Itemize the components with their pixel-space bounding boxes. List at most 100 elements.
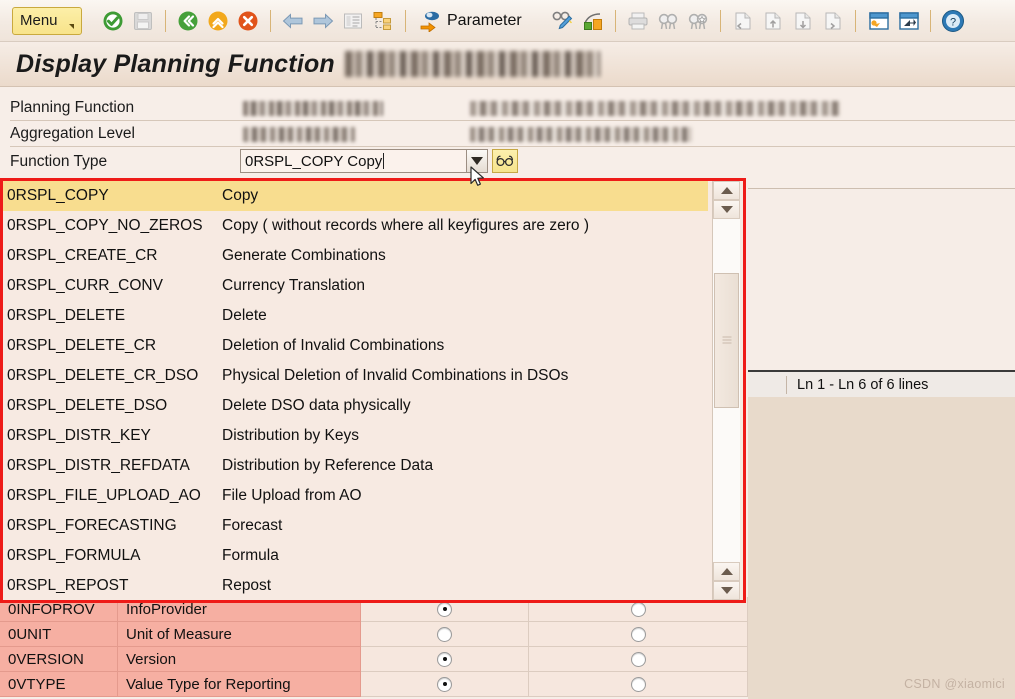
dropdown-item[interactable]: 0RSPL_CURR_CONV Currency Translation [3,271,708,302]
page-title: Display Planning Function [16,49,335,78]
dropdown-item-description: Delete [222,307,267,324]
table-row[interactable]: 0VTYPE Value Type for Reporting [0,672,748,697]
dropdown-item[interactable]: 0RSPL_COPY_NO_ZEROS Copy ( without record… [3,211,708,242]
back-icon[interactable] [175,8,201,34]
table-cell-radio-col2[interactable] [529,672,748,697]
table-row[interactable]: 0UNIT Unit of Measure [0,622,748,647]
arrow-left-icon[interactable] [280,8,306,34]
dropdown-item-description: Copy ( without records where all keyfigu… [222,217,589,234]
radio-button[interactable] [630,651,646,667]
new-window-icon[interactable] [865,8,891,34]
parameter-label: Parameter [447,11,522,29]
arrow-right-icon[interactable] [310,8,336,34]
dropdown-item-key: 0RSPL_COPY_NO_ZEROS [7,217,203,234]
right-band [748,459,1015,699]
dropdown-item-key: 0RSPL_DELETE [7,307,126,324]
dropdown-scrollbar[interactable] [712,181,740,600]
dropdown-item-description: File Upload from AO [222,487,362,504]
help-icon[interactable]: ? [940,8,966,34]
svg-text:?: ? [950,16,956,28]
radio-button[interactable] [437,626,452,642]
radio-dot [442,607,447,611]
dropdown-item[interactable]: 0RSPL_COPY Copy [3,181,708,212]
parameter-button[interactable]: Parameter [415,8,522,34]
triangle-up-icon [720,568,733,575]
find-next-icon[interactable] [685,8,711,34]
last-page-icon[interactable] [820,8,846,34]
hierarchy-icon[interactable] [370,8,396,34]
find-icon[interactable] [655,8,681,34]
dropdown-item-key: 0RSPL_DISTR_KEY [7,427,151,444]
radio-button[interactable] [437,676,452,692]
grip-icon [722,336,731,345]
page-title-bar: Display Planning Function [0,42,1015,87]
form-row-function-type: Function Type 0RSPL_COPY Copy [0,147,1015,177]
parameter-icon [417,8,443,34]
dropdown-item[interactable]: 0RSPL_DISTR_REFDATA Distribution by Refer… [3,451,708,482]
aggregation-level-description-redacted [470,127,692,142]
function-type-input[interactable]: 0RSPL_COPY Copy [240,149,472,173]
dropdown-item[interactable]: 0RSPL_DELETE_CR Deletion of Invalid Combi… [3,331,708,362]
aggregation-level-value-redacted [243,127,355,142]
function-type-dropdown-list[interactable]: 0RSPL_COPY Copy 0RSPL_COPY_NO_ZEROS Copy ( … [0,178,746,603]
radio-button[interactable] [630,626,646,642]
table-cell-key: 0VTYPE [0,672,118,697]
table-cell-radio-col1[interactable] [361,647,529,672]
dropdown-item-description: Copy [222,187,259,204]
radio-button[interactable] [437,601,452,617]
dropdown-item-key: 0RSPL_DELETE_DSO [7,397,168,414]
scrollbar-thumb[interactable] [714,273,739,408]
prev-page-icon[interactable] [760,8,786,34]
radio-button[interactable] [630,601,646,617]
dropdown-item[interactable]: 0RSPL_DISTR_KEY Distribution by Keys [3,421,708,452]
triangle-down-icon [720,587,733,594]
dropdown-item-key: 0RSPL_DELETE_CR_DSO [7,367,199,384]
planning-function-description-redacted [470,101,840,116]
dropdown-item-description: Forecast [222,517,283,534]
shortcut-icon[interactable] [895,8,921,34]
scroll-up-button[interactable] [713,181,740,200]
scroll-page-up-button[interactable] [713,562,740,581]
exit-icon[interactable] [205,8,231,34]
radio-button[interactable] [437,651,452,667]
dropdown-item[interactable]: 0RSPL_FORMULA Formula [3,541,708,572]
form-row-planning-function: Planning Function [0,95,1015,121]
check-enter-icon[interactable] [100,8,126,34]
function-type-dropdown-button[interactable] [466,149,488,173]
save-icon[interactable] [130,8,156,34]
dropdown-item[interactable]: 0RSPL_CREATE_CR Generate Combinations [3,241,708,272]
right-detail-panel [748,188,1015,371]
dropdown-item[interactable]: 0RSPL_FORECASTING Forecast [3,511,708,542]
cancel-icon[interactable] [235,8,261,34]
first-page-icon[interactable] [730,8,756,34]
print-icon[interactable] [625,8,651,34]
radio-dot [442,682,447,686]
dropdown-item-description: Currency Translation [222,277,366,294]
chart-green-orange-icon[interactable] [580,8,606,34]
next-page-icon[interactable] [790,8,816,34]
dropdown-item-key: 0RSPL_CREATE_CR [7,247,158,264]
table-row[interactable]: 0VERSION Version [0,647,748,672]
scroll-page-down-button[interactable] [713,581,740,600]
dropdown-item[interactable]: 0RSPL_DELETE Delete [3,301,708,332]
scroll-down-button[interactable] [713,200,740,219]
dropdown-item-description: Repost [222,577,272,594]
dropdown-item[interactable]: 0RSPL_FILE_UPLOAD_AO File Upload from AO [3,481,708,512]
radio-button[interactable] [630,676,646,692]
table-cell-radio-col2[interactable] [529,622,748,647]
table-cell-radio-col1[interactable] [361,672,529,697]
dropdown-item[interactable]: 0RSPL_DELETE_DSO Delete DSO data physical… [3,391,708,422]
list-icon[interactable] [340,8,366,34]
dropdown-item[interactable]: 0RSPL_DELETE_CR_DSO Physical Deletion of … [3,361,708,392]
watermark: CSDN @xiaomici [904,677,1005,691]
function-type-search-help-button[interactable] [492,149,518,173]
dropdown-item[interactable]: 0RSPL_REPOST Repost [3,571,708,600]
table-cell-radio-col1[interactable] [361,622,529,647]
glasses-pencil-icon[interactable] [550,8,576,34]
table-cell-key: 0VERSION [0,647,118,672]
menu-button[interactable]: Menu [12,6,82,35]
sap-gui-window: Menu Parameter ? Display Planning Functi… [0,0,1015,699]
dropdown-item-description: Delete DSO data physically [222,397,411,414]
right-band [748,428,1015,460]
table-cell-radio-col2[interactable] [529,647,748,672]
